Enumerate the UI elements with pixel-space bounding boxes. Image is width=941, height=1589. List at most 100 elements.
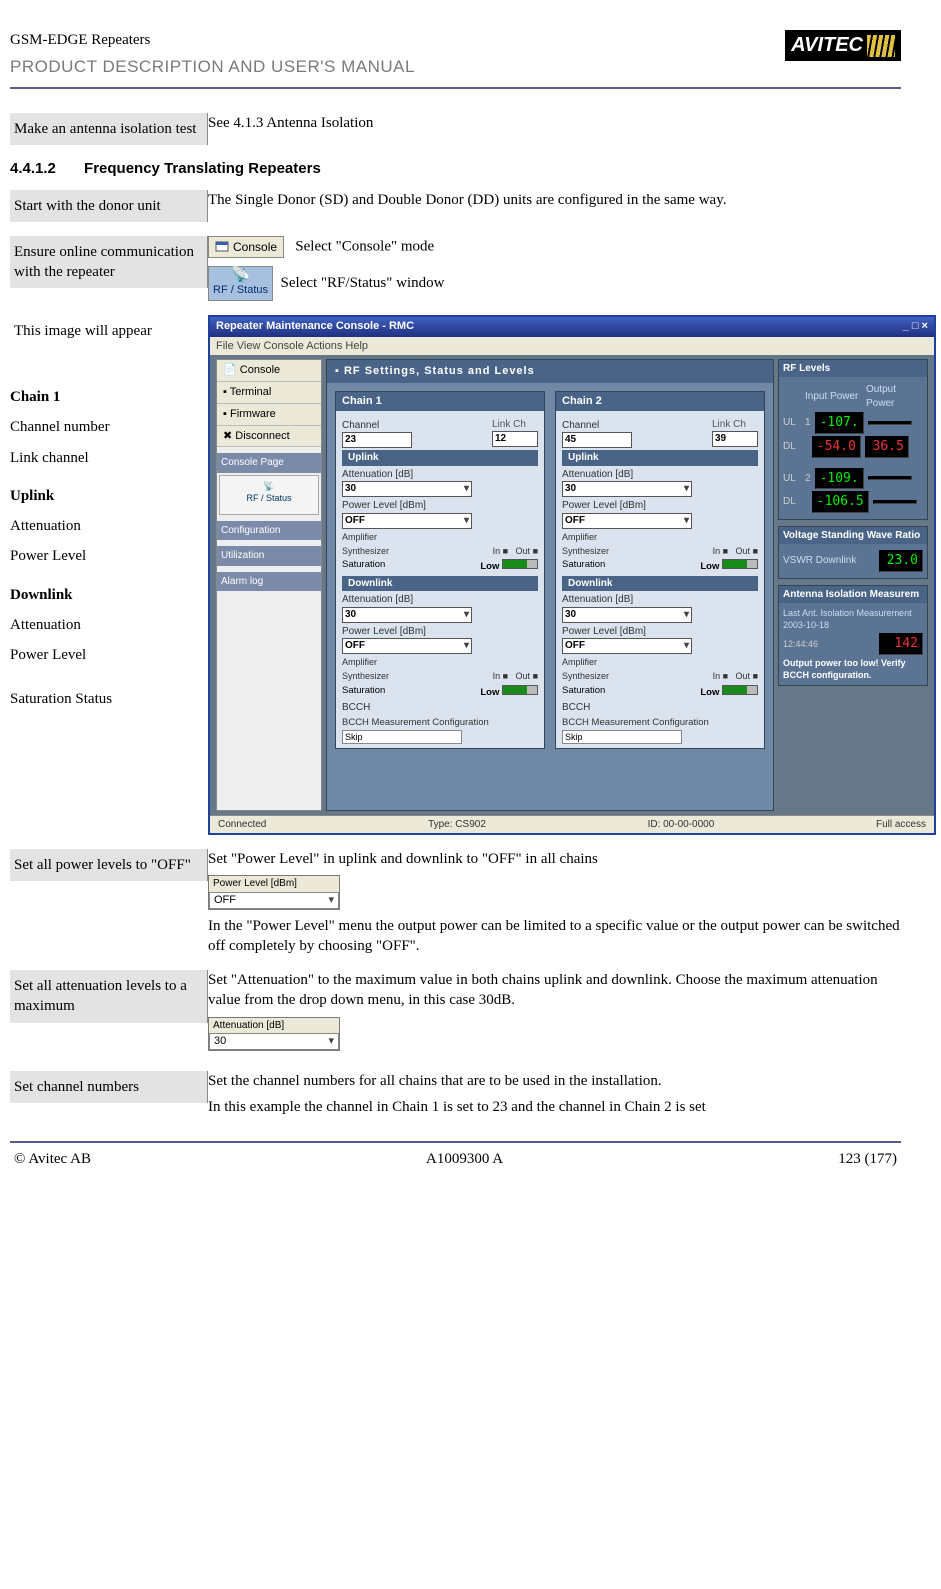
chain2-bcch-cfg-label: BCCH Measurement Configuration (562, 717, 758, 730)
rf-status-tile[interactable]: 📡RF / Status (219, 475, 319, 515)
chain1-dl-pl-label: Power Level [dBm] (342, 625, 538, 639)
chain2-header: Chain 2 (562, 394, 602, 409)
chain2-dl-att-dropdown[interactable]: 30 (562, 607, 692, 623)
status-id: ID: 00-00-0000 (648, 818, 715, 831)
label-attenuation-ul: Attenuation (10, 516, 202, 536)
nav-utilization[interactable]: Utilization (217, 546, 321, 566)
main-panel-title: ▪ RF Settings, Status and Levels (327, 360, 773, 383)
chain2-downlink-header: Downlink (562, 576, 758, 592)
chain1-ul-att-dropdown[interactable]: 30 (342, 481, 472, 497)
nav-alarm-log[interactable]: Alarm log (217, 572, 321, 592)
set-power-p2: In the "Power Level" menu the output pow… (208, 916, 901, 957)
chain1-bcch-dropdown[interactable]: Skip (342, 730, 462, 744)
label-power-level-dl: Power Level (10, 645, 202, 665)
chain2-channel-input[interactable]: 45 (562, 432, 632, 448)
footer-copyright: © Avitec AB (14, 1149, 91, 1169)
status-connected: Connected (218, 818, 266, 831)
power-level-field-label: Power Level [dBm] (209, 876, 339, 892)
nav-configuration[interactable]: Configuration (217, 521, 321, 541)
vswr-value: 23.0 (879, 550, 923, 572)
chain1-dl-pl-dropdown[interactable]: OFF (342, 638, 472, 654)
window-menubar[interactable]: File View Console Actions Help (210, 337, 934, 355)
rf-ul1-ip: -107. (815, 412, 864, 434)
chain1-linkch-label: Link Ch (492, 418, 538, 432)
chain2-dl-pl-dropdown[interactable]: OFF (562, 638, 692, 654)
chain2-ul-att-dropdown[interactable]: 30 (562, 481, 692, 497)
window-controls[interactable]: _ □ × (903, 319, 928, 335)
rf-ul2-ip: -109. (815, 468, 864, 490)
nav-terminal[interactable]: ▪ Terminal (217, 382, 321, 404)
console-mode-text: Select "Console" mode (295, 238, 434, 254)
nav-disconnect[interactable]: ✖ Disconnect (217, 426, 321, 448)
chain2-ul-att-label: Attenuation [dB] (562, 468, 758, 482)
footer-docnum: A1009300 A (426, 1149, 503, 1169)
rf-status-button[interactable]: 📡 RF / Status (208, 266, 273, 301)
chain1-ul-pl-dropdown[interactable]: OFF (342, 513, 472, 529)
rf-levels-header: RF Levels (779, 360, 927, 378)
chain2-bcch: BCCH (562, 701, 758, 715)
nav-firmware[interactable]: ▪ Firmware (217, 404, 321, 426)
chain2-panel: Chain 2 Channel 45 Link Ch 39 (555, 391, 765, 749)
rf-dl2-op (873, 500, 917, 504)
rmc-screenshot: Repeater Maintenance Console - RMC _ □ ×… (208, 315, 936, 835)
ant-value: 142 (879, 633, 923, 655)
brand-logo: AVITEC (785, 30, 901, 61)
chain1-ul-saturation: SaturationLow (342, 559, 538, 574)
power-level-field-value[interactable]: OFF (209, 892, 339, 909)
section-title: Frequency Translating Repeaters (84, 160, 321, 177)
attenuation-field-image: Attenuation [dB] 30 (208, 1017, 340, 1051)
chain1-uplink-header: Uplink (342, 450, 538, 466)
chain2-ul-pl-dropdown[interactable]: OFF (562, 513, 692, 529)
nav-console[interactable]: 📄 Console (217, 360, 321, 382)
step-antenna-isolation: Make an antenna isolation test (10, 113, 208, 145)
chain1-channel-input[interactable]: 23 (342, 432, 412, 448)
ant-note: Output power too low! Verify BCCH config… (783, 657, 923, 681)
chain1-bcch-cfg-label: BCCH Measurement Configuration (342, 717, 538, 730)
step-image-appear: This image will appear (10, 315, 202, 347)
console-mode-button[interactable]: Console (208, 236, 284, 258)
label-saturation-status: Saturation Status (10, 689, 202, 709)
chain1-dl-att-dropdown[interactable]: 30 (342, 607, 472, 623)
status-type: Type: CS902 (428, 818, 486, 831)
section-number: 4.4.1.2 (10, 160, 56, 177)
chain1-ul-att-label: Attenuation [dB] (342, 468, 538, 482)
doc-title: PRODUCT DESCRIPTION AND USER'S MANUAL (10, 56, 415, 79)
main-panel: ▪ RF Settings, Status and Levels Chain 1… (326, 359, 774, 811)
rf-levels-box: RF Levels Input PowerOutput Power UL1-10… (778, 359, 928, 520)
power-level-field-image: Power Level [dBm] OFF (208, 875, 340, 909)
chain2-linkch-label: Link Ch (712, 418, 758, 432)
page-footer: © Avitec AB A1009300 A 123 (177) (10, 1149, 901, 1177)
rf-dl2-ip: -106.5 (812, 491, 869, 513)
antenna-icon: 📡 (213, 269, 268, 283)
label-channel-number: Channel number (10, 417, 202, 437)
step-antenna-isolation-text: See 4.1.3 Antenna Isolation (208, 113, 901, 133)
rf-ul2-op (868, 476, 912, 480)
chain2-linkch-input[interactable]: 39 (712, 431, 758, 447)
attenuation-field-value[interactable]: 30 (209, 1033, 339, 1050)
logo-stripes-icon (867, 35, 895, 57)
chain2-ul-pl-label: Power Level [dBm] (562, 499, 758, 513)
footer-rule (10, 1141, 901, 1143)
chain2-dl-pl-label: Power Level [dBm] (562, 625, 758, 639)
set-channels-p2: In this example the channel in Chain 1 i… (208, 1097, 901, 1117)
step-ensure-online: Ensure online communication with the rep… (10, 236, 208, 289)
label-chain1: Chain 1 (10, 387, 202, 407)
left-panel: 📄 Console ▪ Terminal ▪ Firmware ✖ Discon… (216, 359, 322, 811)
vswr-header: Voltage Standing Wave Ratio (779, 527, 927, 545)
step-set-power: Set all power levels to "OFF" (10, 849, 208, 881)
vswr-box: Voltage Standing Wave Ratio VSWR Downlin… (778, 526, 928, 579)
chain2-bcch-dropdown[interactable]: Skip (562, 730, 682, 744)
set-atten-p1: Set "Attenuation" to the maximum value i… (208, 970, 901, 1011)
label-power-level-ul: Power Level (10, 546, 202, 566)
chain1-linkch-input[interactable]: 12 (492, 431, 538, 447)
rf-dl1-ip: -54.0 (812, 436, 861, 458)
antenna-isolation-box: Antenna Isolation Measurem Last Ant. Iso… (778, 585, 928, 687)
chain1-channel-label: Channel (342, 419, 412, 433)
step-set-attenuation: Set all attenuation levels to a maximum (10, 970, 208, 1023)
chain1-dl-att-label: Attenuation [dB] (342, 593, 538, 607)
bars-icon (722, 685, 758, 695)
right-panel: RF Levels Input PowerOutput Power UL1-10… (778, 359, 928, 811)
ant-last-label: Last Ant. Isolation Measurement (783, 607, 923, 619)
statusbar: Connected Type: CS902 ID: 00-00-0000 Ful… (210, 815, 934, 833)
set-power-p1: Set "Power Level" in uplink and downlink… (208, 849, 901, 869)
